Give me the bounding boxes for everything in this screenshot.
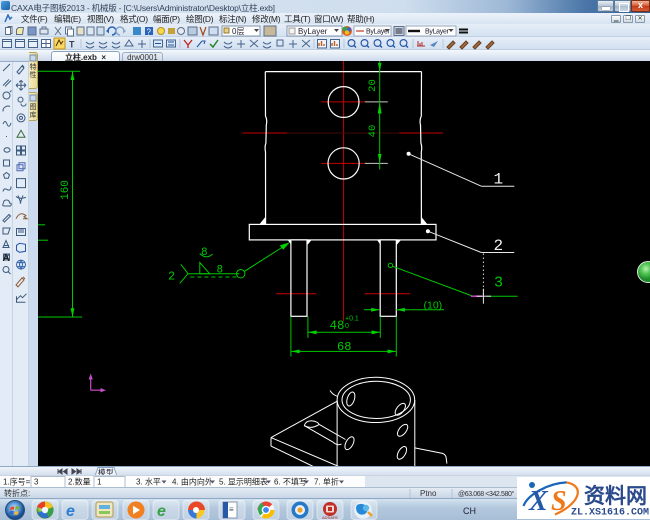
- svg-text:A: A: [3, 253, 10, 264]
- svg-text:图: 图: [30, 103, 37, 111]
- svg-text:7. 单折: 7. 单折: [314, 477, 339, 487]
- svg-text:+0.1: +0.1: [345, 316, 359, 323]
- svg-text:160: 160: [60, 180, 72, 200]
- svg-text:CH: CH: [463, 506, 476, 516]
- svg-text:(10): (10): [424, 300, 443, 312]
- svg-text:X: X: [528, 486, 549, 517]
- svg-text:2.数量: 2.数量: [68, 477, 91, 487]
- svg-text:8: 8: [201, 247, 208, 259]
- svg-text:资料网: 资料网: [584, 485, 647, 508]
- svg-text:0层: 0层: [232, 27, 244, 36]
- svg-text:3: 3: [494, 275, 503, 292]
- svg-text:68: 68: [337, 340, 351, 354]
- svg-text:ByLayer: ByLayer: [298, 27, 328, 36]
- svg-text:48: 48: [330, 319, 345, 333]
- svg-text:e: e: [66, 503, 75, 520]
- svg-text:ADSAFE: ADSAFE: [322, 515, 338, 520]
- svg-text:ZL.XS1616.COM: ZL.XS1616.COM: [571, 508, 649, 519]
- svg-text:转折点:: 转折点:: [4, 488, 30, 498]
- svg-text:1.序号=: 1.序号=: [3, 477, 31, 487]
- svg-text:1: 1: [494, 171, 504, 189]
- svg-text:e: e: [157, 503, 166, 520]
- svg-text:ByLayer: ByLayer: [425, 28, 450, 35]
- svg-text:性: 性: [30, 70, 37, 79]
- svg-text:8: 8: [217, 265, 224, 277]
- svg-text:特: 特: [30, 62, 37, 71]
- svg-text:Ptno: Ptno: [420, 489, 437, 498]
- svg-text:?: ?: [147, 28, 152, 37]
- svg-text:5. 显示明细表: 5. 显示明细表: [219, 477, 268, 487]
- svg-text:2: 2: [168, 270, 175, 284]
- svg-text:0: 0: [345, 323, 349, 330]
- svg-text:20: 20: [367, 79, 379, 92]
- svg-text:T: T: [69, 40, 75, 50]
- svg-text:库: 库: [30, 110, 37, 119]
- svg-text:3. 水平: 3. 水平: [136, 477, 161, 487]
- svg-text:6. 不填写: 6. 不填写: [274, 477, 307, 487]
- svg-text:≡: ≡: [229, 505, 234, 514]
- svg-text:40: 40: [367, 125, 379, 138]
- svg-text:1: 1: [97, 478, 102, 487]
- svg-text:4. 由内向外: 4. 由内向外: [172, 477, 213, 487]
- svg-text:S: S: [551, 486, 567, 517]
- svg-text:@63.068 <342.580°: @63.068 <342.580°: [458, 490, 514, 498]
- svg-text:2: 2: [494, 237, 504, 255]
- svg-text:3: 3: [34, 478, 39, 487]
